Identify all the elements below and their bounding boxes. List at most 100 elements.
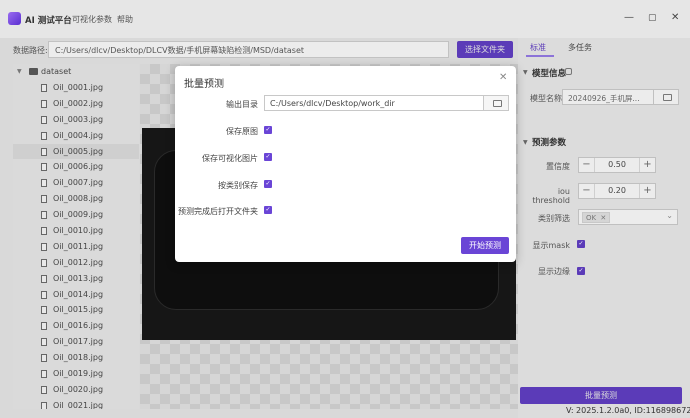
tab-multitask[interactable]: 多任务 (568, 42, 592, 53)
file-name: Oil_0002.jpg (53, 98, 104, 108)
list-item[interactable]: Oil_0018.jpg (13, 350, 139, 366)
show-mask-checkbox[interactable]: ✓ (577, 240, 585, 248)
minimize-icon[interactable]: — (624, 13, 634, 23)
save-original-checkbox[interactable]: ✓ (264, 126, 272, 134)
chip-remove-icon[interactable]: ✕ (600, 214, 606, 222)
list-item[interactable]: Oil_0020.jpg (13, 382, 139, 398)
iou-value[interactable]: 0.20 (595, 186, 639, 195)
confidence-value[interactable]: 0.50 (595, 160, 639, 169)
show-edge-label: 显示边缘 (538, 267, 570, 276)
increment-icon[interactable]: + (639, 184, 655, 198)
file-name: Oil_0016.jpg (53, 321, 104, 331)
open-folder-checkbox[interactable]: ✓ (264, 206, 272, 214)
file-tree: ▼ dataset Oil_0001.jpg Oil_0002.jpg Oil_00… (13, 64, 139, 409)
iou-stepper[interactable]: − 0.20 + (578, 183, 656, 199)
model-folder-button[interactable] (653, 89, 679, 105)
file-icon (41, 147, 47, 156)
file-icon (41, 242, 47, 251)
increment-icon[interactable]: + (639, 158, 655, 172)
section-caret-icon[interactable]: ▼ (523, 139, 528, 146)
file-name: Oil_0013.jpg (53, 273, 104, 283)
list-item[interactable]: Oil_0004.jpg (13, 128, 139, 144)
class-chip: OK ✕ (582, 212, 611, 223)
file-name: Oil_0008.jpg (53, 194, 104, 204)
file-name: Oil_0014.jpg (53, 289, 104, 299)
menu-help[interactable]: 帮助 (117, 14, 133, 25)
list-item[interactable]: Oil_0011.jpg (13, 239, 139, 255)
file-name: Oil_0009.jpg (53, 210, 104, 220)
model-info-title: 模型信息 (532, 69, 567, 79)
output-dir-label: 输出目录 (226, 100, 258, 109)
list-item[interactable]: Oil_0002.jpg (13, 96, 139, 112)
menu-visual-params[interactable]: 可视化参数 (72, 14, 112, 25)
option-label: 保存原图 (226, 127, 258, 136)
section-caret-icon[interactable]: ▼ (523, 69, 528, 76)
close-window-icon[interactable]: ✕ (671, 13, 679, 23)
list-item[interactable]: Oil_0017.jpg (13, 334, 139, 350)
path-input[interactable]: C:/Users/dlcv/Desktop/DLCV数据/手机屏幕缺陷检测/MS… (48, 41, 449, 58)
iou-label: iou threshold (532, 187, 570, 205)
list-item[interactable]: Oil_0019.jpg (13, 366, 139, 382)
list-item[interactable]: Oil_0021.jpg (13, 398, 139, 409)
option-label: 保存可视化图片 (202, 154, 258, 163)
list-item[interactable]: Oil_0007.jpg (13, 175, 139, 191)
show-edge-checkbox[interactable]: ✓ (577, 267, 585, 275)
file-name: Oil_0004.jpg (53, 130, 104, 140)
save-by-class-checkbox[interactable]: ✓ (264, 180, 272, 188)
list-item[interactable]: Oil_0006.jpg (13, 159, 139, 175)
list-item[interactable]: Oil_0008.jpg (13, 191, 139, 207)
decrement-icon[interactable]: − (579, 184, 595, 198)
file-name: Oil_0012.jpg (53, 257, 104, 267)
batch-predict-dialog: 批量预测 ✕ 输出目录 C:/Users/dlcv/Desktop/work_d… (175, 66, 516, 262)
file-name: Oil_0019.jpg (53, 369, 104, 379)
tree-root-dataset[interactable]: ▼ dataset (13, 64, 139, 80)
file-name: Oil_0018.jpg (53, 353, 104, 363)
start-predict-button[interactable]: 开始预测 (461, 237, 509, 254)
folder-icon (493, 100, 502, 107)
browse-folder-button[interactable]: 选择文件夹 (457, 41, 513, 58)
list-item[interactable]: Oil_0015.jpg (13, 302, 139, 318)
tab-standard[interactable]: 标准 (530, 42, 546, 53)
file-icon (41, 131, 47, 140)
option-label: 预测完成后打开文件夹 (178, 207, 258, 216)
list-item[interactable]: Oil_0014.jpg (13, 287, 139, 303)
class-filter-select[interactable]: OK ✕ ⌄ (578, 209, 678, 225)
app-title: AI 测试平台 (25, 16, 72, 26)
path-bar: 数据路径: C:/Users/dlcv/Desktop/DLCV数据/手机屏幕缺… (0, 38, 518, 62)
option-label: 按类别保存 (218, 181, 258, 190)
copy-icon[interactable] (565, 68, 572, 75)
list-item[interactable]: Oil_0010.jpg (13, 223, 139, 239)
file-icon (41, 274, 47, 283)
file-name: Oil_0010.jpg (53, 226, 104, 236)
output-dir-input[interactable]: C:/Users/dlcv/Desktop/work_dir (264, 95, 484, 111)
save-visualization-checkbox[interactable]: ✓ (264, 153, 272, 161)
confidence-stepper[interactable]: − 0.50 + (578, 157, 656, 173)
model-name-select[interactable]: 20240926_手机屏... (562, 89, 654, 105)
list-item[interactable]: Oil_0003.jpg (13, 112, 139, 128)
right-panel: 标准 多任务 ▼ 模型信息 模型名称 20240926_手机屏... ▼ 预测参… (518, 38, 690, 418)
list-item[interactable]: Oil_0016.jpg (13, 318, 139, 334)
caret-icon[interactable]: ▼ (17, 68, 22, 75)
list-item[interactable]: Oil_0009.jpg (13, 207, 139, 223)
file-icon (41, 258, 47, 267)
file-icon (41, 115, 47, 124)
batch-predict-button[interactable]: 批量预测 (520, 387, 682, 404)
chevron-down-icon[interactable]: ⌄ (666, 211, 673, 220)
list-item[interactable]: Oil_0001.jpg (13, 80, 139, 96)
dialog-title: 批量预测 (184, 79, 224, 90)
decrement-icon[interactable]: − (579, 158, 595, 172)
class-chip-label: OK (586, 214, 597, 222)
title-bar: AI 测试平台 可视化参数 帮助 — ▢ ✕ (0, 0, 690, 38)
app-logo-icon (8, 12, 21, 25)
list-item[interactable]: Oil_0013.jpg (13, 271, 139, 287)
file-name: Oil_0005.jpg (53, 146, 104, 156)
list-item[interactable]: Oil_0012.jpg (13, 255, 139, 271)
close-icon[interactable]: ✕ (499, 72, 507, 83)
maximize-icon[interactable]: ▢ (648, 13, 657, 23)
show-mask-label: 显示mask (532, 241, 571, 250)
output-dir-browse-button[interactable] (483, 95, 509, 111)
file-icon (41, 354, 47, 363)
file-icon (41, 227, 47, 236)
version-text: V: 2025.1.2.0a0, ID:1168986726 (566, 406, 690, 415)
list-item[interactable]: Oil_0005.jpg (13, 143, 139, 160)
